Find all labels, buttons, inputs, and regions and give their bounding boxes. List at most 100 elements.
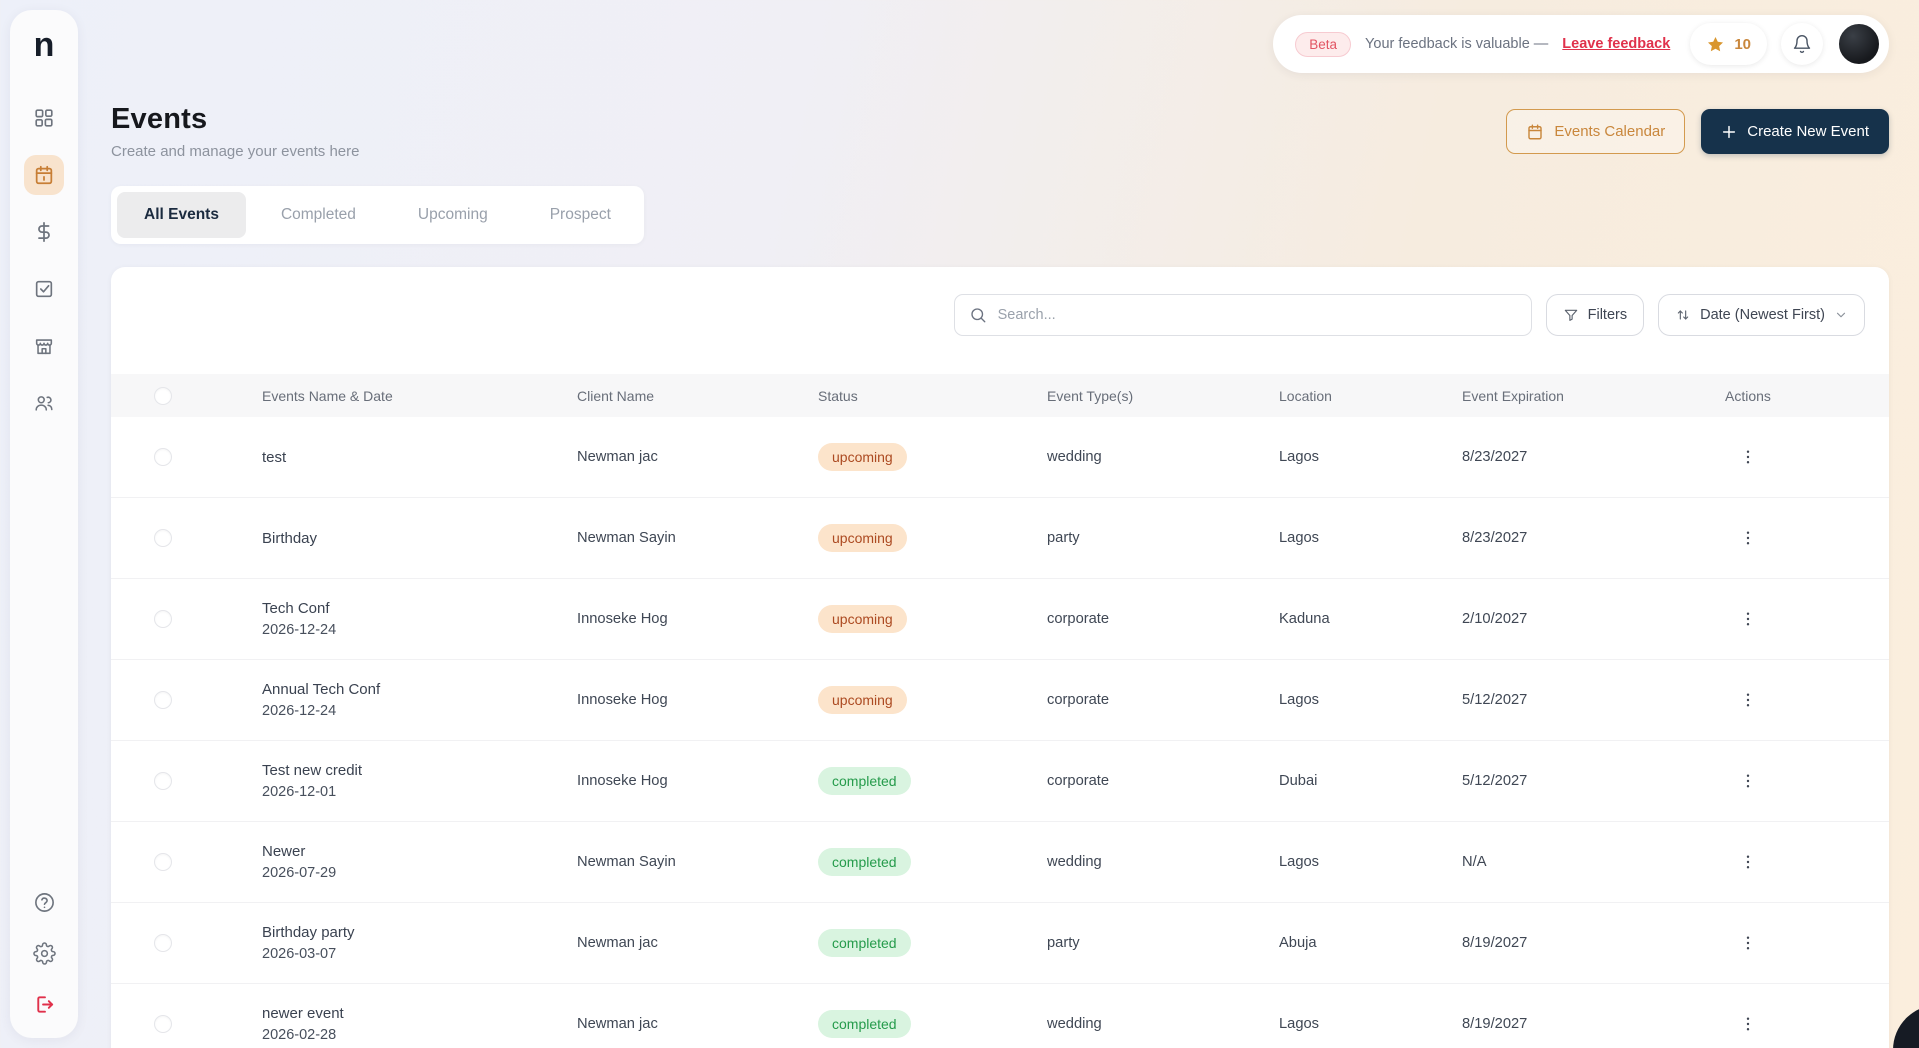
event-date: 2026-12-01 bbox=[262, 784, 337, 800]
table-row: Test new credit 2026-12-01 Innoseke Hog … bbox=[111, 741, 1889, 822]
row-actions-button[interactable] bbox=[1734, 524, 1762, 552]
event-date: 2026-07-29 bbox=[262, 865, 337, 881]
tab-completed[interactable]: Completed bbox=[254, 192, 383, 238]
sidebar-item-storefront[interactable] bbox=[24, 326, 64, 366]
row-checkbox[interactable] bbox=[154, 934, 172, 952]
row-checkbox[interactable] bbox=[154, 610, 172, 628]
sidebar-item-logout[interactable] bbox=[26, 986, 62, 1022]
event-name-cell: Annual Tech Conf 2026-12-24 bbox=[241, 681, 556, 719]
event-location: Abuja bbox=[1279, 935, 1317, 951]
client-name: Innoseke Hog bbox=[577, 773, 668, 789]
sidebar: n bbox=[10, 10, 78, 1038]
event-date: 2026-02-28 bbox=[262, 1027, 337, 1043]
status-badge: completed bbox=[818, 929, 911, 957]
actions-cell bbox=[1704, 1010, 1889, 1038]
table-body: test Newman jac upcoming wedding Lagos 8… bbox=[111, 417, 1889, 1048]
event-location: Dubai bbox=[1279, 773, 1318, 789]
filters-button[interactable]: Filters bbox=[1545, 294, 1645, 336]
row-actions-button[interactable] bbox=[1734, 605, 1762, 633]
page-subtitle: Create and manage your events here bbox=[111, 143, 360, 160]
sort-label: Date (Newest First) bbox=[1700, 307, 1825, 323]
event-name-cell: Birthday bbox=[241, 530, 556, 547]
row-checkbox[interactable] bbox=[154, 853, 172, 871]
notifications-button[interactable] bbox=[1781, 23, 1823, 65]
event-type: party bbox=[1047, 935, 1080, 951]
select-all-checkbox[interactable] bbox=[154, 386, 172, 405]
tab-prospect[interactable]: Prospect bbox=[523, 192, 638, 238]
event-date: 2026-12-24 bbox=[262, 622, 337, 638]
sidebar-item-tasks[interactable] bbox=[24, 269, 64, 309]
points-pill[interactable]: 10 bbox=[1690, 23, 1767, 65]
event-name: Birthday bbox=[262, 529, 318, 547]
event-location: Kaduna bbox=[1279, 611, 1330, 627]
leave-feedback-link[interactable]: Leave feedback bbox=[1562, 36, 1670, 52]
event-name-cell: test bbox=[241, 449, 556, 466]
col-actions: Actions bbox=[1725, 387, 1771, 404]
sidebar-item-settings[interactable] bbox=[26, 935, 62, 971]
col-location: Location bbox=[1279, 387, 1332, 404]
tab-upcoming[interactable]: Upcoming bbox=[391, 192, 515, 238]
actions-cell bbox=[1704, 767, 1889, 795]
sidebar-item-events[interactable] bbox=[24, 155, 64, 195]
events-calendar-button[interactable]: Events Calendar bbox=[1506, 109, 1686, 154]
status-badge: completed bbox=[818, 767, 911, 795]
table-row: newer event 2026-02-28 Newman jac comple… bbox=[111, 984, 1889, 1048]
avatar[interactable] bbox=[1837, 22, 1881, 66]
create-new-event-label: Create New Event bbox=[1747, 123, 1869, 140]
row-check-cell bbox=[111, 853, 241, 871]
page-header: Events Create and manage your events her… bbox=[111, 103, 1889, 160]
chat-bubble-button[interactable] bbox=[1893, 1005, 1919, 1048]
client-name: Newman Sayin bbox=[577, 854, 676, 870]
row-checkbox[interactable] bbox=[154, 691, 172, 709]
search-input[interactable] bbox=[997, 307, 1517, 323]
row-actions-button[interactable] bbox=[1734, 686, 1762, 714]
tasks-icon bbox=[33, 278, 55, 300]
row-actions-button[interactable] bbox=[1734, 767, 1762, 795]
event-type: wedding bbox=[1047, 449, 1102, 465]
clients-icon bbox=[33, 392, 55, 414]
row-checkbox[interactable] bbox=[154, 1015, 172, 1033]
col-event-expiration: Event Expiration bbox=[1462, 387, 1564, 404]
sidebar-item-help[interactable] bbox=[26, 884, 62, 920]
row-check-cell bbox=[111, 610, 241, 628]
row-actions-button[interactable] bbox=[1734, 443, 1762, 471]
row-actions-button[interactable] bbox=[1734, 848, 1762, 876]
table-row: Birthday Newman Sayin upcoming party Lag… bbox=[111, 498, 1889, 579]
tab-all-events[interactable]: All Events bbox=[117, 192, 246, 238]
create-new-event-button[interactable]: Create New Event bbox=[1701, 109, 1889, 154]
sidebar-item-clients[interactable] bbox=[24, 383, 64, 423]
sort-button[interactable]: Date (Newest First) bbox=[1658, 294, 1865, 336]
beta-badge: Beta bbox=[1295, 31, 1352, 57]
event-name: Birthday party bbox=[262, 924, 355, 941]
events-table-card: Filters Date (Newest First) Events Name … bbox=[111, 267, 1889, 1048]
event-name-cell: Birthday party 2026-03-07 bbox=[241, 924, 556, 962]
event-type: corporate bbox=[1047, 692, 1110, 708]
table-row: Birthday party 2026-03-07 Newman jac com… bbox=[111, 903, 1889, 984]
status-badge: completed bbox=[818, 848, 911, 876]
row-checkbox[interactable] bbox=[154, 448, 172, 466]
bell-icon bbox=[1792, 34, 1812, 54]
kebab-icon bbox=[1739, 853, 1757, 871]
sort-arrows-icon bbox=[1675, 307, 1691, 323]
row-actions-button[interactable] bbox=[1734, 1010, 1762, 1038]
row-actions-button[interactable] bbox=[1734, 929, 1762, 957]
table-row: Annual Tech Conf 2026-12-24 Innoseke Hog… bbox=[111, 660, 1889, 741]
event-date: 2026-03-07 bbox=[262, 946, 337, 962]
kebab-icon bbox=[1739, 448, 1757, 466]
client-name: Newman jac bbox=[577, 1016, 658, 1032]
col-events-name-date: Events Name & Date bbox=[262, 387, 393, 404]
sidebar-item-finance[interactable] bbox=[24, 212, 64, 252]
status-badge: upcoming bbox=[818, 443, 907, 471]
row-checkbox[interactable] bbox=[154, 529, 172, 547]
actions-cell bbox=[1704, 929, 1889, 957]
col-event-types: Event Type(s) bbox=[1047, 387, 1134, 404]
actions-cell bbox=[1704, 686, 1889, 714]
search-icon bbox=[969, 306, 987, 324]
tabs: All Events Completed Upcoming Prospect bbox=[111, 186, 644, 244]
event-name: test bbox=[262, 448, 287, 466]
sidebar-item-dashboard[interactable] bbox=[24, 98, 64, 138]
event-expiration: 8/23/2027 bbox=[1462, 530, 1528, 546]
chevron-down-icon bbox=[1834, 308, 1848, 322]
row-checkbox[interactable] bbox=[154, 772, 172, 790]
events-calendar-icon bbox=[33, 164, 55, 186]
